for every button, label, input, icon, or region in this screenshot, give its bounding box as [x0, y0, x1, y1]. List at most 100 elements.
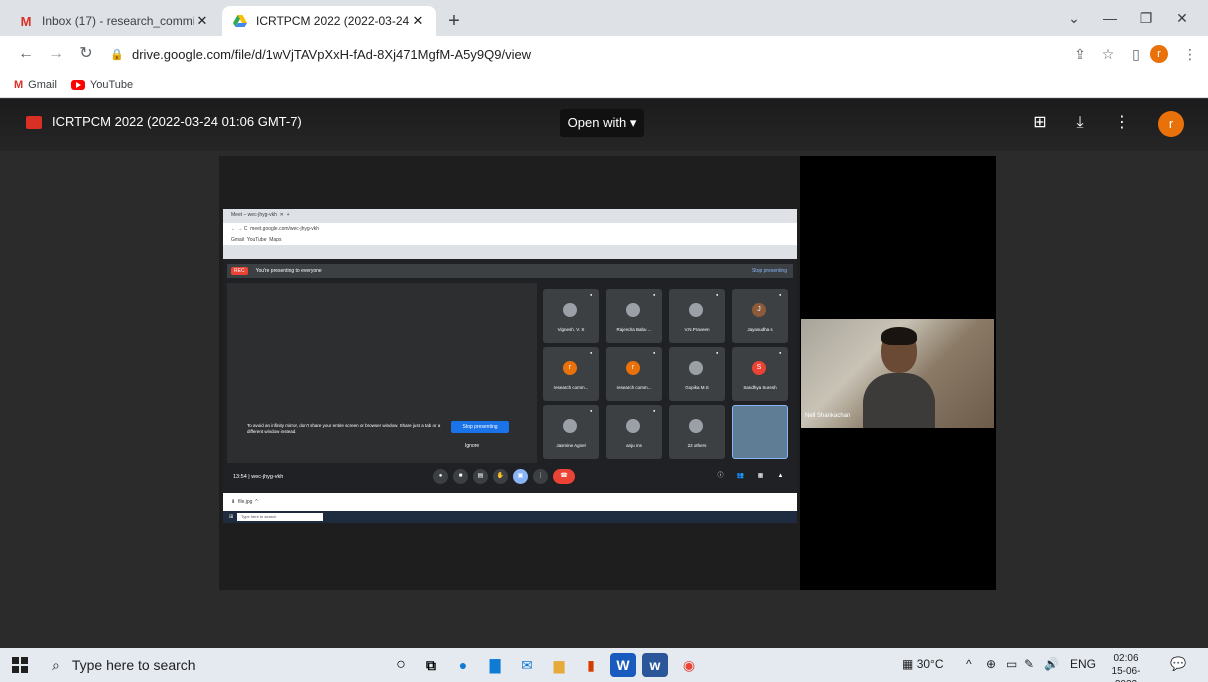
file-explorer-icon[interactable]: ▆: [546, 653, 572, 677]
bookmark-label: YouTube: [89, 78, 134, 91]
tab-search-chevron-icon[interactable]: ⌄: [1056, 6, 1092, 30]
participant-tile: ● anju ms: [606, 405, 662, 459]
search-placeholder: Type here to search: [71, 657, 196, 673]
word-icon[interactable]: W: [610, 653, 636, 677]
camera-icon: ■: [453, 469, 468, 484]
clock-date: 15-06-2022: [1111, 666, 1141, 682]
tab-drive-file[interactable]: ICRTPCM 2022 (2022-03-24 01:0 ✕: [222, 6, 436, 36]
taskbar-clock[interactable]: 02:06 15-06-2022: [1102, 652, 1150, 682]
battery-icon[interactable]: ▭: [1006, 657, 1017, 671]
recorded-bookmarks: Gmail YouTube Maps: [223, 235, 797, 245]
chrome-icon[interactable]: ◉: [676, 653, 702, 677]
word-taskbar-icon[interactable]: w: [642, 653, 668, 677]
raise-hand-icon: ✋: [493, 469, 508, 484]
side-panel-icon[interactable]: ▯: [1124, 42, 1148, 66]
meet-call-area: REC You're presenting to everyone Stop p…: [223, 259, 797, 493]
present-icon: ▣: [513, 469, 528, 484]
mail-icon[interactable]: ✉: [514, 653, 540, 677]
participant-name: anju ms: [626, 443, 642, 448]
profile-avatar[interactable]: r: [1150, 45, 1168, 63]
video-player[interactable]: Meet – wec-jhyg-vkh ✕ + ← → C meet.googl…: [219, 156, 996, 590]
edge-icon[interactable]: ●: [450, 653, 476, 677]
video-file-icon: [26, 116, 42, 129]
start-button[interactable]: [12, 657, 28, 673]
gmail-icon: M: [20, 13, 32, 29]
ignore-link: Ignore: [465, 443, 480, 449]
gmail-icon: M: [14, 78, 24, 91]
drive-icon: [232, 13, 248, 29]
people-icon: 👥: [736, 473, 745, 479]
avatar: [626, 419, 640, 433]
restore-button[interactable]: ❐: [1128, 6, 1164, 30]
weather-widget[interactable]: ▦ 30°C: [902, 657, 944, 671]
close-icon[interactable]: ✕: [194, 13, 210, 29]
captions-icon: ▤: [473, 469, 488, 484]
address-bar[interactable]: 🔒 drive.google.com/file/d/1wVjTAVpXxH-fA…: [110, 40, 990, 68]
windows-taskbar: ⌕ Type here to search ○ ⧉ ● ▇ ✉ ▆ ▮ W w …: [0, 648, 1208, 682]
pen-icon[interactable]: ✎: [1024, 657, 1034, 671]
mic-off-icon: ●: [590, 350, 593, 355]
open-with-button[interactable]: Open with ▾: [560, 109, 644, 137]
close-window-button[interactable]: ✕: [1164, 6, 1200, 30]
chat-icon: ▦: [757, 473, 764, 479]
office-icon[interactable]: ▮: [578, 653, 604, 677]
taskbar-search[interactable]: ⌕ Type here to search: [44, 652, 374, 678]
url-text: drive.google.com/file/d/1wVjTAVpXxH-fAd-…: [132, 46, 532, 62]
info-icon: ⓘ: [717, 473, 724, 479]
screen-share-preview: To avoid an infinity mirror, don't share…: [227, 283, 537, 463]
recorded-tab-strip: Meet – wec-jhyg-vkh ✕ +: [231, 212, 290, 218]
mic-off-icon: ●: [779, 292, 782, 297]
more-options-icon[interactable]: ⋮: [1110, 111, 1134, 135]
add-to-drive-icon[interactable]: ⊞: [1028, 111, 1052, 135]
mic-icon: ●: [433, 469, 448, 484]
tray-chevron-icon[interactable]: ^: [966, 657, 972, 671]
minimize-button[interactable]: —: [1092, 6, 1128, 30]
clock-time: 02:06: [1113, 653, 1139, 664]
language-indicator[interactable]: ENG: [1070, 657, 1096, 671]
task-view-icon[interactable]: ⧉: [418, 653, 444, 677]
share-icon[interactable]: ⇪: [1068, 42, 1092, 66]
download-icon[interactable]: ⤓: [1068, 111, 1092, 135]
recorded-taskbar: ⊞ Type here to search: [223, 511, 797, 523]
viewer-profile-avatar[interactable]: r: [1158, 111, 1184, 137]
participant-tile: 22 others: [669, 405, 725, 459]
lock-icon: 🔒: [110, 48, 124, 61]
store-icon[interactable]: ▇: [482, 653, 508, 677]
forward-button[interactable]: →: [44, 42, 68, 66]
new-tab-button[interactable]: +: [442, 10, 466, 34]
close-icon[interactable]: ✕: [410, 13, 426, 29]
reload-button[interactable]: ↻: [74, 42, 98, 66]
participant-tile: ● S Sandhya Suresh: [732, 347, 788, 401]
volume-icon[interactable]: 🔊: [1044, 657, 1059, 671]
speaker-name: Nell Shankachan: [805, 413, 851, 419]
participant-name: Jasmine Agnel: [556, 443, 586, 448]
stop-presenting-button: Stop presenting: [451, 421, 509, 433]
more-icon: ⋮: [533, 469, 548, 484]
participant-name: Rajendra Babu ...: [616, 327, 652, 332]
participant-name: Vignesh. V. S: [557, 327, 585, 332]
bookmark-gmail[interactable]: M Gmail: [14, 79, 57, 91]
open-with-label: Open with: [567, 115, 627, 130]
avatar: [689, 303, 703, 317]
meeting-time-code: 13:54 | wec-jhyg-vkh: [233, 474, 284, 480]
tab-gmail-inbox[interactable]: M Inbox (17) - research_committee ✕: [8, 6, 220, 36]
screen: M Inbox (17) - research_committee ✕ ICRT…: [0, 0, 1208, 682]
mic-off-icon: ●: [653, 408, 656, 413]
youtube-icon: [70, 79, 85, 90]
network-icon[interactable]: ⊕: [986, 657, 996, 671]
avatar: [689, 361, 703, 375]
recorded-download-bar: ⬇ file.jpg ^: [223, 493, 797, 511]
recorded-search-box: Type here to search: [237, 513, 323, 521]
avatar: r: [563, 361, 577, 375]
cortana-icon[interactable]: ○: [388, 653, 414, 677]
bookmark-youtube[interactable]: YouTube: [70, 78, 134, 91]
back-button[interactable]: ←: [14, 42, 38, 66]
presenting-label: You're presenting to everyone: [255, 268, 322, 274]
tab-label: Inbox (17) - research_committee: [42, 14, 194, 28]
presenting-bar: REC You're presenting to everyone Stop p…: [227, 264, 793, 278]
end-call-icon: ☎: [553, 469, 575, 484]
participant-name: research comm...: [553, 385, 589, 390]
menu-kebab-icon[interactable]: ⋮: [1178, 42, 1202, 66]
bookmark-star-icon[interactable]: ☆: [1096, 42, 1120, 66]
notification-center-icon[interactable]: 💬: [1170, 656, 1188, 674]
